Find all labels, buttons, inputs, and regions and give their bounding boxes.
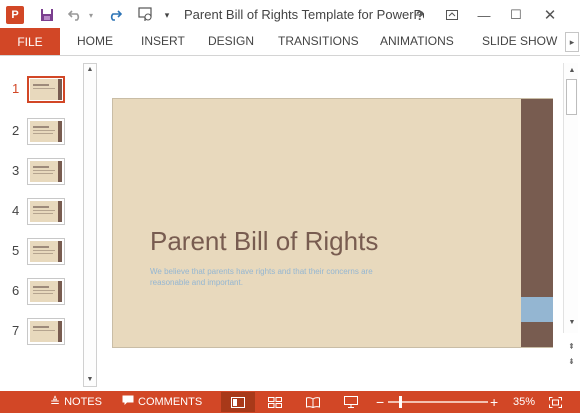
- redo-icon[interactable]: [104, 0, 126, 30]
- editor-scrollbar[interactable]: ▲ ▼: [563, 63, 578, 333]
- slide-thumbnail[interactable]: [27, 318, 65, 345]
- slide-accent-block: [521, 297, 553, 322]
- save-icon[interactable]: [36, 0, 58, 30]
- tab-home[interactable]: HOME: [77, 28, 113, 55]
- zoom-in-button[interactable]: +: [490, 391, 498, 413]
- thumbnail-scrollbar[interactable]: ▲ ▼: [83, 63, 97, 387]
- slide-canvas[interactable]: Parent Bill of Rights We believe that pa…: [112, 98, 553, 348]
- comment-icon: [122, 395, 134, 409]
- slide-thumbnail[interactable]: [27, 76, 65, 103]
- slide-number: 6: [12, 283, 20, 298]
- slide-number: 1: [12, 81, 20, 96]
- slide-thumbnail-row[interactable]: 3: [0, 158, 82, 188]
- slide-number: 4: [12, 203, 20, 218]
- slide-number: 2: [12, 123, 20, 138]
- zoom-level[interactable]: 35%: [513, 391, 535, 413]
- minimize-button[interactable]: —: [470, 0, 498, 30]
- close-button[interactable]: ✕: [536, 0, 564, 30]
- slide-number: 3: [12, 163, 20, 178]
- slide-sorter-icon[interactable]: [258, 392, 292, 412]
- document-title: Parent Bill of Rights Template for Power…: [184, 7, 424, 22]
- customize-toolbar-icon[interactable]: ▾: [160, 0, 174, 30]
- title-bar: P ▾ ▾ Parent Bill of Rights Template for…: [0, 0, 580, 30]
- status-bar: ≜ NOTES COMMENTS − + 35%: [0, 391, 580, 413]
- normal-view-icon[interactable]: [221, 392, 255, 412]
- reading-view-icon[interactable]: [296, 392, 330, 412]
- comments-label: COMMENTS: [138, 396, 203, 408]
- next-slide-icon[interactable]: ⇟: [565, 356, 578, 368]
- notes-icon: ≜: [50, 395, 61, 409]
- ribbon-display-options-button[interactable]: [438, 0, 466, 30]
- zoom-out-button[interactable]: −: [376, 391, 384, 413]
- previous-slide-icon[interactable]: ⇞: [565, 341, 578, 353]
- slide-thumbnail[interactable]: [27, 118, 65, 145]
- scroll-up-icon[interactable]: ▲: [566, 65, 578, 77]
- slide-thumbnail-row[interactable]: 2: [0, 118, 82, 148]
- scroll-up-icon[interactable]: ▲: [84, 64, 96, 76]
- maximize-button[interactable]: ☐: [502, 0, 530, 30]
- slide-thumbnail-row[interactable]: 6: [0, 278, 82, 308]
- start-from-beginning-icon[interactable]: [134, 0, 158, 30]
- ribbon-tabs: FILE HOME INSERT DESIGN TRANSITIONS ANIM…: [0, 28, 580, 55]
- tab-insert[interactable]: INSERT: [141, 28, 185, 55]
- undo-dropdown-icon[interactable]: ▾: [86, 0, 96, 30]
- slide-thumbnail-row[interactable]: 1: [0, 76, 82, 106]
- zoom-slider[interactable]: [388, 401, 488, 403]
- comments-button[interactable]: COMMENTS: [122, 391, 202, 413]
- fit-slide-icon[interactable]: [549, 391, 562, 413]
- slide-thumbnail[interactable]: [27, 198, 65, 225]
- powerpoint-logo-icon: P: [6, 6, 24, 24]
- slide-title[interactable]: Parent Bill of Rights: [150, 226, 378, 257]
- slide-show-view-icon[interactable]: [334, 392, 368, 412]
- tab-transitions[interactable]: TRANSITIONS: [278, 28, 359, 55]
- scroll-down-icon[interactable]: ▼: [84, 374, 96, 386]
- slide-thumbnail-row[interactable]: 5: [0, 238, 82, 268]
- slide-thumbnail-row[interactable]: 4: [0, 198, 82, 228]
- zoom-slider-handle[interactable]: [399, 396, 402, 408]
- slide-subtitle[interactable]: We believe that parents have rights and …: [150, 266, 400, 288]
- ribbon-scroll-right-icon[interactable]: ▸: [565, 32, 579, 52]
- slide-thumbnail-row[interactable]: 7: [0, 318, 82, 348]
- slide-number: 5: [12, 243, 20, 258]
- slide-thumbnail[interactable]: [27, 158, 65, 185]
- undo-icon[interactable]: [64, 0, 86, 30]
- scrollbar-thumb[interactable]: [566, 79, 577, 115]
- slide-number: 7: [12, 323, 20, 338]
- tab-design[interactable]: DESIGN: [208, 28, 254, 55]
- help-button[interactable]: ?: [406, 0, 434, 30]
- slide-thumbnail[interactable]: [27, 278, 65, 305]
- scroll-down-icon[interactable]: ▼: [566, 317, 578, 329]
- tab-slide-show[interactable]: SLIDE SHOW: [482, 28, 557, 55]
- notes-label: NOTES: [64, 396, 102, 408]
- notes-button[interactable]: ≜ NOTES: [50, 391, 102, 413]
- slide-thumbnail[interactable]: [27, 238, 65, 265]
- tab-file[interactable]: FILE: [0, 28, 60, 55]
- tab-animations[interactable]: ANIMATIONS: [380, 28, 454, 55]
